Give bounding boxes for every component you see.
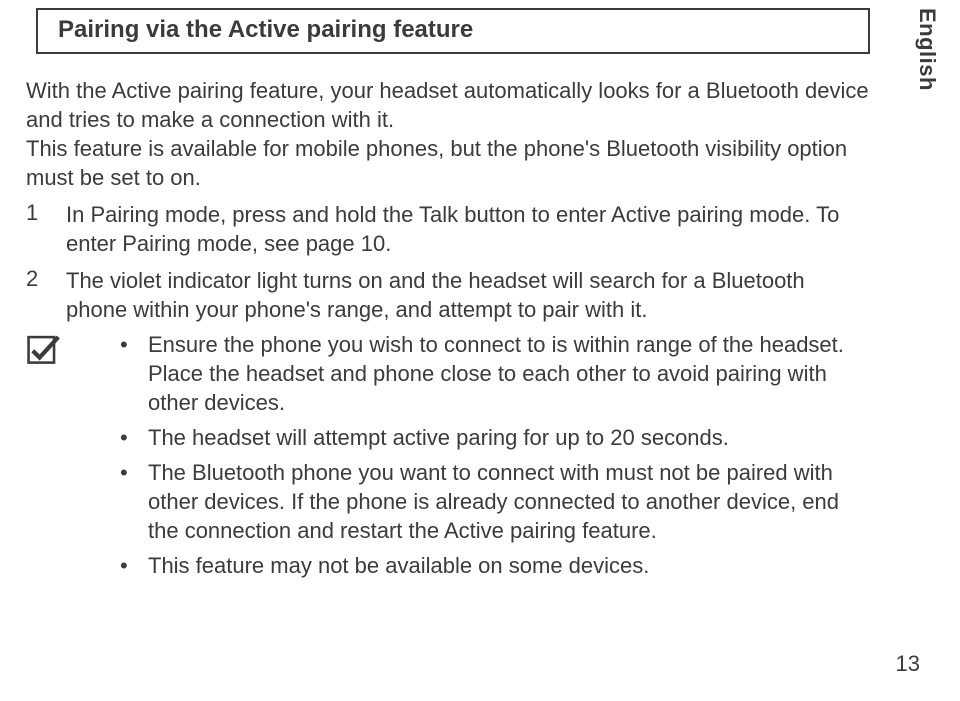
- manual-page: English Pairing via the Active pairing f…: [0, 0, 960, 701]
- step-2: 2 The violet indicator light turns on an…: [26, 266, 870, 324]
- steps-list: 1 In Pairing mode, press and hold the Ta…: [26, 200, 870, 324]
- step-number: 1: [26, 200, 66, 226]
- note-item: This feature may not be available on som…: [120, 551, 870, 580]
- step-text: The violet indicator light turns on and …: [66, 266, 870, 324]
- language-tab: English: [914, 8, 940, 91]
- page-number: 13: [896, 651, 920, 677]
- checkbox-icon: [26, 330, 66, 371]
- note-item: The headset will attempt active paring f…: [120, 423, 870, 452]
- intro-text-1: With the Active pairing feature, your he…: [26, 78, 869, 132]
- note-item: The Bluetooth phone you want to connect …: [120, 458, 870, 545]
- notes-block: Ensure the phone you wish to connect to …: [26, 330, 870, 586]
- step-number: 2: [26, 266, 66, 292]
- note-item: Ensure the phone you wish to connect to …: [120, 330, 870, 417]
- step-1: 1 In Pairing mode, press and hold the Ta…: [26, 200, 870, 258]
- intro-text-2: This feature is available for mobile pho…: [26, 136, 847, 190]
- intro-paragraph: With the Active pairing feature, your he…: [26, 76, 870, 192]
- notes-list: Ensure the phone you wish to connect to …: [66, 330, 870, 586]
- step-text: In Pairing mode, press and hold the Talk…: [66, 200, 870, 258]
- section-title: Pairing via the Active pairing feature: [36, 8, 870, 54]
